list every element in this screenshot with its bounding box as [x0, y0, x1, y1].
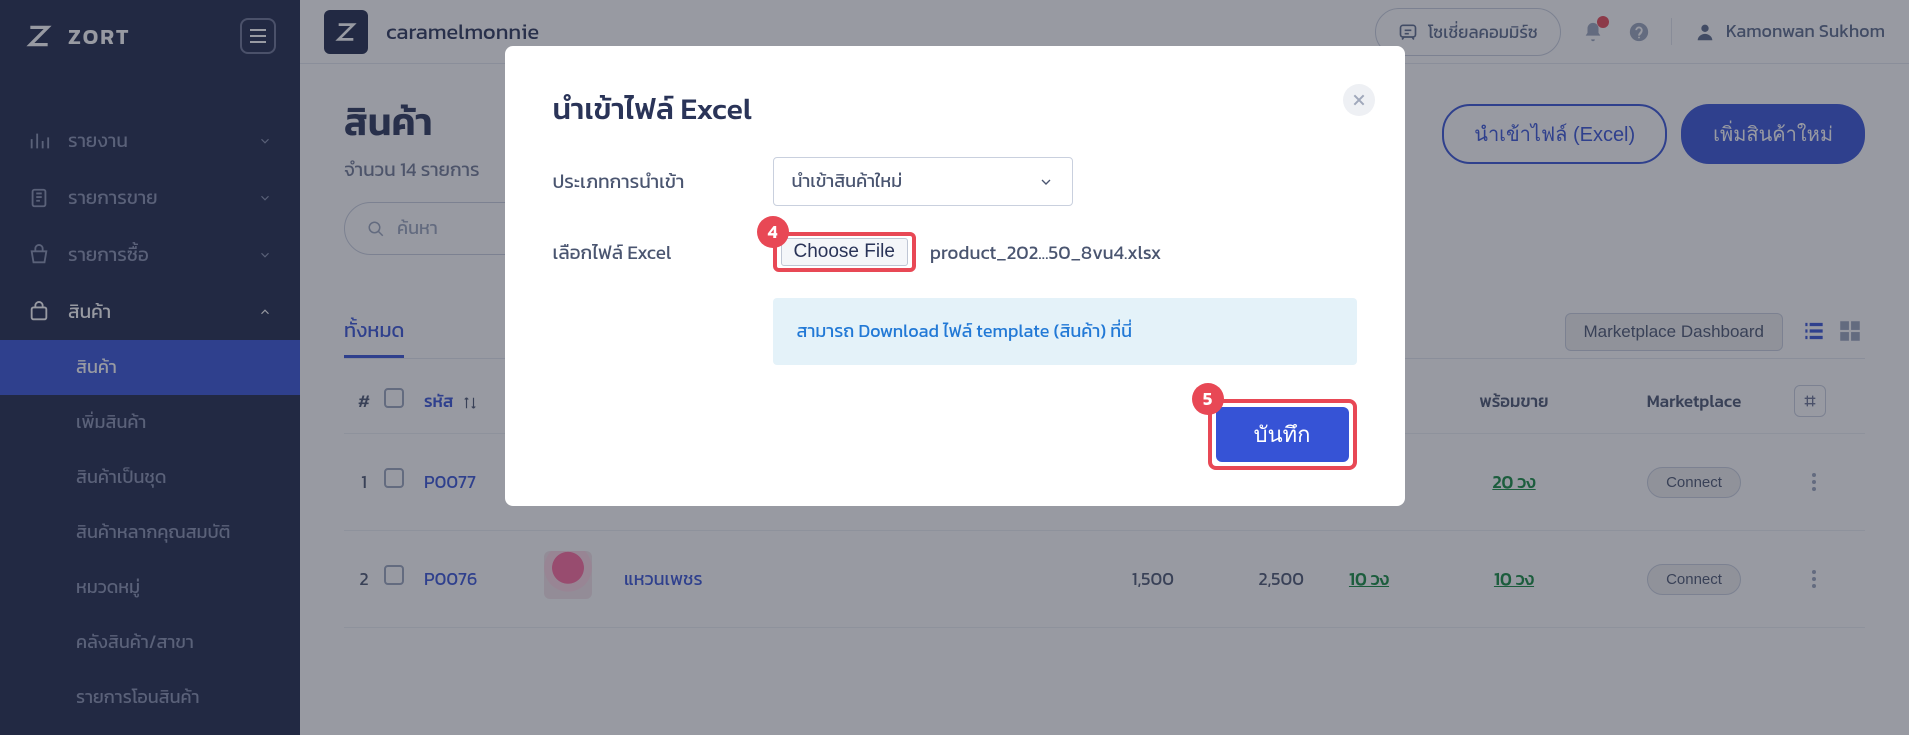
modal-overlay: นำเข้าไฟล์ Excel ประเภทการนำเข้า นำเข้าส…	[0, 0, 1909, 735]
select-value: นำเข้าสินค้าใหม่	[792, 168, 903, 195]
download-template-box: สามารถ Download ไฟล์ template (สินค้า) ท…	[773, 298, 1357, 365]
import-type-select[interactable]: นำเข้าสินค้าใหม่	[773, 157, 1073, 206]
callout-badge-5: 5	[1192, 383, 1224, 415]
save-highlight: 5 บันทึก	[1208, 399, 1357, 470]
import-excel-modal: นำเข้าไฟล์ Excel ประเภทการนำเข้า นำเข้าส…	[505, 46, 1405, 506]
import-type-label: ประเภทการนำเข้า	[553, 167, 773, 196]
close-icon[interactable]	[1343, 84, 1375, 116]
choose-file-label: เลือกไฟล์ Excel	[553, 238, 773, 267]
choose-file-button[interactable]: Choose File	[781, 238, 908, 266]
choose-file-highlight: 4 Choose File	[773, 232, 916, 272]
save-button[interactable]: บันทึก	[1216, 407, 1349, 462]
modal-title: นำเข้าไฟล์ Excel	[553, 86, 1357, 131]
selected-file-name: product_202...50_8vu4.xlsx	[930, 238, 1161, 267]
callout-badge-4: 4	[757, 216, 789, 248]
download-template-link[interactable]: สามารถ Download ไฟล์ template (สินค้า) ท…	[797, 318, 1133, 345]
chevron-down-icon	[1038, 174, 1054, 190]
